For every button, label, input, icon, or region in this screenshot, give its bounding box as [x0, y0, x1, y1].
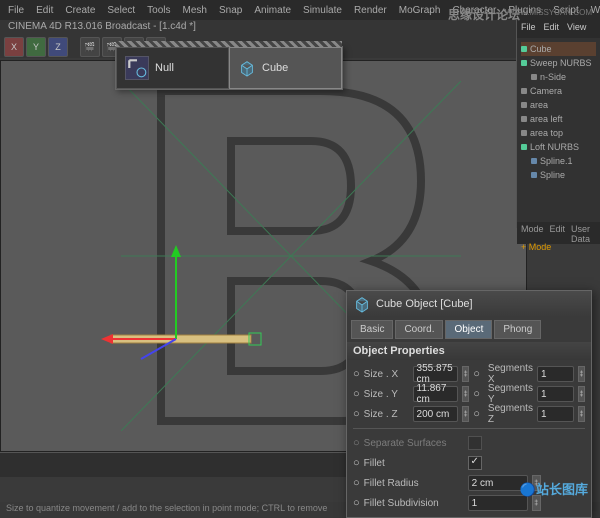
sep-surf-label: Separate Surfaces: [364, 438, 464, 449]
menu-mesh[interactable]: Mesh: [183, 5, 207, 16]
size-x-label: Size . X: [364, 369, 409, 380]
menu-render[interactable]: Render: [354, 5, 387, 16]
fillet-radius-field[interactable]: 2 cm: [468, 475, 528, 491]
attr-tabs: Basic Coord. Object Phong: [347, 317, 591, 342]
stepper[interactable]: ‡: [578, 406, 585, 422]
attr-title-text: Cube Object [Cube]: [376, 298, 473, 310]
cube-icon: [353, 295, 371, 313]
menu-window[interactable]: Window: [591, 5, 600, 16]
stepper[interactable]: ‡: [462, 366, 469, 382]
menu-snap[interactable]: Snap: [219, 5, 242, 16]
tab-phong[interactable]: Phong: [494, 320, 541, 339]
watermark-url: WWW.MISSYUAN.COM: [505, 8, 592, 17]
om-file[interactable]: File: [521, 22, 536, 36]
size-z-label: Size . Z: [364, 409, 409, 420]
seg-z-field[interactable]: 1: [537, 406, 574, 422]
menu-select[interactable]: Select: [107, 5, 135, 16]
tab-coord[interactable]: Coord.: [395, 320, 443, 339]
menu-mograph[interactable]: MoGraph: [399, 5, 441, 16]
menu-animate[interactable]: Animate: [254, 5, 291, 16]
popup-null[interactable]: Null: [116, 47, 229, 89]
om-menubar[interactable]: File Edit View: [517, 20, 600, 38]
om-edit[interactable]: Edit: [544, 22, 560, 36]
om-item[interactable]: n-Side: [521, 70, 596, 84]
menu-simulate[interactable]: Simulate: [303, 5, 342, 16]
object-manager[interactable]: File Edit View Cube Sweep NURBS n-Side C…: [516, 20, 600, 228]
primitive-popup: Null Cube: [115, 46, 343, 90]
om-item[interactable]: area top: [521, 126, 596, 140]
axis-z-button[interactable]: Z: [48, 37, 68, 57]
stepper[interactable]: ‡: [578, 366, 585, 382]
size-z-field[interactable]: 200 cm: [413, 406, 459, 422]
seg-y-label: Segments Y: [488, 383, 533, 405]
om-item[interactable]: Sweep NURBS: [521, 56, 596, 70]
axis-x-button[interactable]: X: [4, 37, 24, 57]
popup-grip[interactable]: [116, 41, 342, 47]
om-item[interactable]: Spline.1: [521, 154, 596, 168]
om-item[interactable]: Cube: [521, 42, 596, 56]
fillet-checkbox[interactable]: [468, 456, 482, 470]
stepper[interactable]: ‡: [462, 386, 469, 402]
menu-create[interactable]: Create: [65, 5, 95, 16]
fillet-sub-label: Fillet Subdivision: [364, 498, 464, 509]
move-gizmo[interactable]: [101, 241, 321, 371]
fillet-radius-label: Fillet Radius: [364, 478, 464, 489]
tab-object[interactable]: Object: [445, 320, 492, 339]
om-item[interactable]: area left: [521, 112, 596, 126]
sep-surf-checkbox: [468, 436, 482, 450]
attr-section-header: Object Properties: [347, 342, 591, 360]
om-item[interactable]: area: [521, 98, 596, 112]
popup-cube[interactable]: Cube: [229, 47, 342, 89]
tab-basic[interactable]: Basic: [351, 320, 393, 339]
watermark-corner: 🔵站长图库: [520, 479, 588, 498]
cube-icon: [238, 59, 256, 77]
null-icon: [125, 56, 149, 80]
popup-cube-label: Cube: [262, 62, 288, 74]
popup-null-label: Null: [155, 62, 174, 74]
stepper[interactable]: ‡: [578, 386, 585, 402]
fillet-sub-field[interactable]: 1: [468, 495, 528, 511]
om-view[interactable]: View: [567, 22, 586, 36]
tool-button[interactable]: 🎬: [80, 37, 100, 57]
attr-title-bar[interactable]: Cube Object [Cube]: [347, 291, 591, 317]
om-item[interactable]: Spline: [521, 168, 596, 182]
menu-file[interactable]: File: [8, 5, 24, 16]
fillet-label: Fillet: [364, 458, 464, 469]
menu-edit[interactable]: Edit: [36, 5, 53, 16]
size-y-field[interactable]: 11.867 cm: [413, 386, 459, 402]
add-mode[interactable]: + Mode: [517, 240, 600, 260]
seg-x-label: Segments X: [488, 363, 533, 385]
stepper[interactable]: ‡: [462, 406, 469, 422]
size-y-label: Size . Y: [364, 389, 409, 400]
menu-tools[interactable]: Tools: [147, 5, 170, 16]
seg-x-field[interactable]: 1: [537, 366, 574, 382]
seg-z-label: Segments Z: [488, 403, 533, 425]
om-item[interactable]: Camera: [521, 84, 596, 98]
size-x-field[interactable]: 355.875 cm: [413, 366, 459, 382]
om-item[interactable]: Loft NURBS: [521, 140, 596, 154]
axis-y-button[interactable]: Y: [26, 37, 46, 57]
seg-y-field[interactable]: 1: [537, 386, 574, 402]
